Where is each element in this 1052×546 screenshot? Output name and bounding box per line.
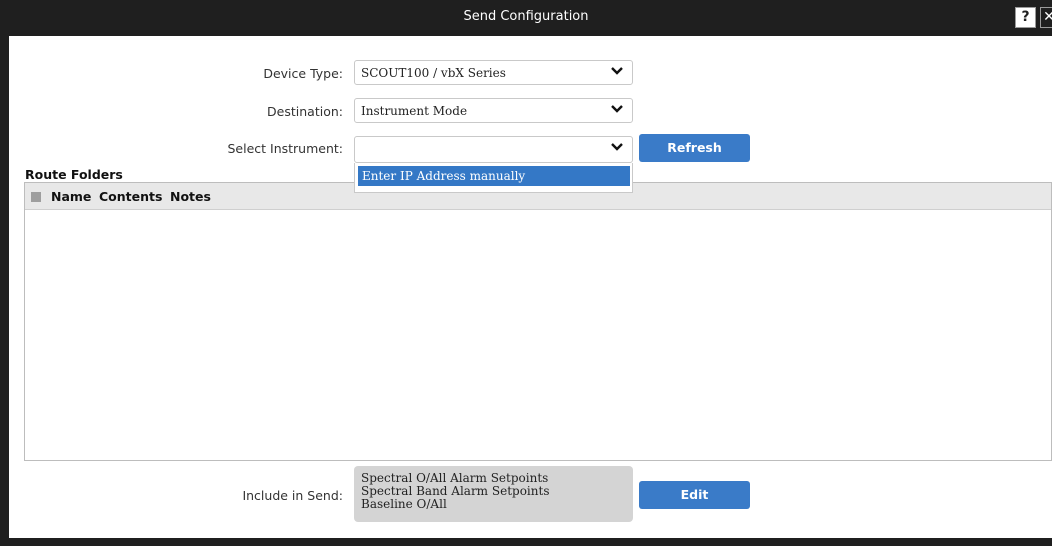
column-header-notes[interactable]: Notes <box>170 189 211 204</box>
device-type-value: SCOUT100 / vbX Series <box>361 66 506 80</box>
route-folders-grid[interactable]: Name Contents Notes <box>24 182 1052 461</box>
window-title: Send Configuration <box>463 9 589 24</box>
destination-label: Destination: <box>267 104 343 119</box>
window-frame-bottom <box>0 538 1052 546</box>
destination-select[interactable]: Instrument Mode <box>354 98 633 123</box>
include-in-send-list: Spectral O/All Alarm Setpoints Spectral … <box>354 466 633 522</box>
select-instrument-label: Select Instrument: <box>227 141 343 156</box>
route-folders-title: Route Folders <box>25 167 123 182</box>
device-type-select[interactable]: SCOUT100 / vbX Series <box>354 60 633 85</box>
window-frame-left <box>0 36 9 546</box>
chevron-down-icon <box>611 143 623 151</box>
chevron-down-icon <box>611 67 623 75</box>
dropdown-option-enter-ip[interactable]: Enter IP Address manually <box>358 166 630 186</box>
include-item: Baseline O/All <box>361 497 447 511</box>
column-header-name[interactable]: Name <box>51 189 91 204</box>
title-bar: Send Configuration ? ✕ <box>0 0 1052 36</box>
select-instrument-select[interactable] <box>354 136 633 163</box>
help-button[interactable]: ? <box>1015 7 1036 28</box>
destination-value: Instrument Mode <box>361 104 468 118</box>
device-type-label: Device Type: <box>263 66 343 81</box>
close-button[interactable]: ✕ <box>1040 7 1052 28</box>
select-all-checkbox[interactable] <box>31 192 41 202</box>
refresh-button[interactable]: Refresh <box>639 134 750 162</box>
select-instrument-dropdown: Enter IP Address manually <box>354 163 633 193</box>
column-header-contents[interactable]: Contents <box>99 189 162 204</box>
include-in-send-label: Include in Send: <box>242 488 343 503</box>
chevron-down-icon <box>611 105 623 113</box>
edit-button[interactable]: Edit <box>639 481 750 509</box>
